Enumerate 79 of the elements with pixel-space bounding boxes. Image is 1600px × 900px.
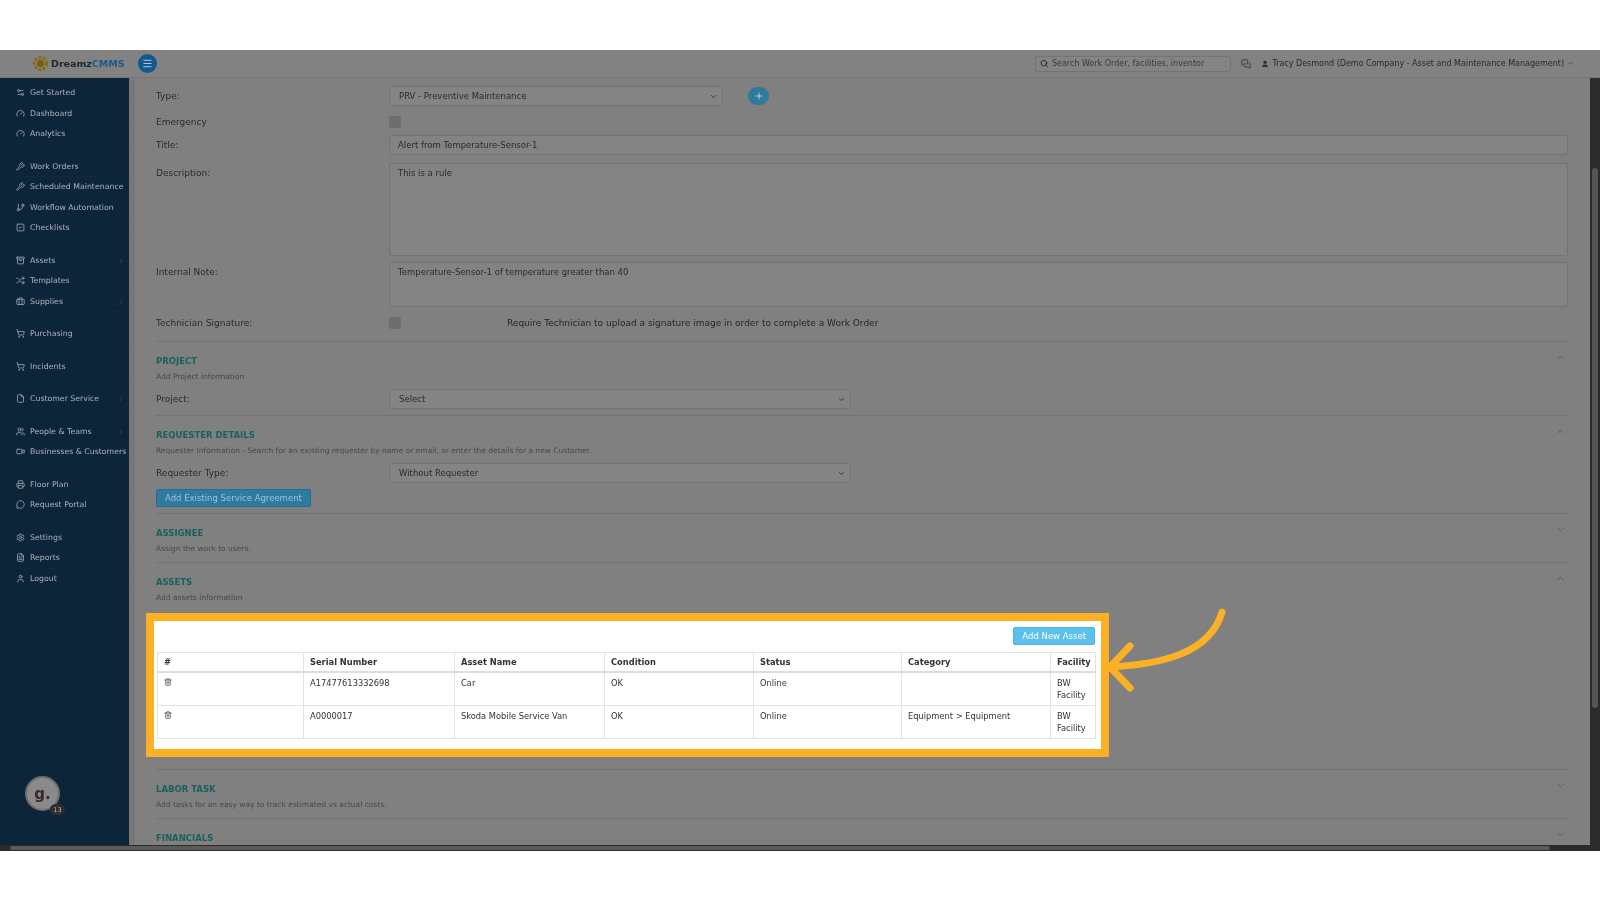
field-label: Technician Signature: (156, 317, 254, 330)
type-select[interactable]: PRV - Preventive Maintenance (389, 86, 723, 106)
table-cell: Car (454, 672, 605, 706)
column-header: Serial Number (303, 652, 455, 672)
document-icon (16, 553, 25, 563)
column-header: Condition (604, 652, 754, 672)
section-title: FINANCIALS (156, 832, 214, 845)
trash-icon[interactable] (164, 711, 172, 719)
table-cell: BW Facility (1050, 705, 1096, 739)
menu-icon (142, 58, 153, 69)
table-cell: A0000017 (303, 705, 455, 739)
select-field[interactable]: Select (389, 389, 851, 409)
user-menu[interactable]: Tracy Desmond (Demo Company - Asset and Maintenance Management) (1261, 59, 1574, 68)
chat-icon (16, 500, 25, 510)
gears-icon (16, 88, 25, 98)
field-label: Type: (156, 90, 181, 103)
branch-icon (16, 202, 25, 212)
select-field[interactable]: Without Requester (389, 463, 851, 483)
note-textarea[interactable]: Temperature-Sensor-1 of temperature greater than 40 (389, 262, 1568, 307)
table-cell: Equipment > Equipment (901, 705, 1051, 739)
settings-icon (16, 532, 25, 542)
signature-hint: Require Technician to upload a signature image in order to complete a Work Order (507, 318, 879, 328)
description-textarea[interactable]: This is a rule (389, 163, 1568, 256)
field-label: Emergency (156, 116, 208, 129)
field-label: Project: (156, 393, 191, 406)
column-header: # (157, 652, 304, 672)
plus-icon (753, 91, 764, 101)
table-cell: OK (604, 705, 754, 739)
gauge-icon (16, 129, 25, 139)
table-cell: Online (753, 705, 902, 739)
title-input[interactable]: Alert from Temperature-Sensor-1 (389, 135, 1568, 155)
table-cell: Online (753, 672, 902, 706)
wrench-icon (16, 182, 25, 192)
wrench-icon (16, 161, 25, 171)
cart-icon (16, 361, 25, 371)
table-cell: A17477613332698 (303, 672, 455, 706)
menu-button[interactable] (138, 54, 157, 73)
horizontal-scrollbar[interactable] (0, 845, 1600, 851)
chevron-icon (117, 297, 125, 306)
section-title: REQUESTER DETAILS (156, 429, 255, 442)
briefcase-icon (16, 296, 25, 306)
chevron-icon (117, 256, 125, 265)
chevron-icon (117, 427, 125, 436)
trash-icon[interactable] (164, 678, 172, 686)
table-cell: OK (604, 672, 754, 706)
column-header: Asset Name (454, 652, 605, 672)
column-header: Status (753, 652, 902, 672)
cart-icon (16, 329, 25, 339)
chevron-icon (117, 395, 125, 403)
search-icon (1040, 59, 1049, 68)
add-button[interactable] (748, 87, 769, 105)
gear-logo-icon (32, 55, 49, 72)
field-label: Title: (156, 139, 180, 152)
users-icon (16, 426, 25, 436)
column-header: Category (901, 652, 1051, 672)
section-title: ASSIGNEE (156, 527, 204, 540)
section-title: PROJECT (156, 355, 197, 368)
chat-icon[interactable] (1241, 58, 1252, 69)
user-icon (16, 573, 25, 583)
camera-icon (16, 447, 25, 457)
vertical-scrollbar[interactable] (1590, 78, 1600, 845)
search-field[interactable]: Search Work Order, facilities, inventor (1035, 55, 1232, 72)
caret-icon (1567, 60, 1574, 67)
file-icon (16, 394, 25, 404)
field-label: Requester Type: (156, 467, 230, 480)
section-title: ASSETS (156, 576, 193, 589)
user-icon (1261, 59, 1270, 68)
field-label: Internal Note: (156, 266, 219, 279)
shuffle-icon (16, 276, 25, 286)
column-header: Facility (1050, 652, 1096, 672)
logo-text: DreamzCMMS (51, 58, 125, 69)
table-cell: BW Facility (1050, 672, 1096, 706)
field-label: Description: (156, 167, 212, 180)
table-cell: Skoda Mobile Service Van (454, 705, 605, 739)
checkbox-icon (16, 223, 25, 233)
gauge-icon (16, 108, 25, 118)
archive-icon (16, 255, 25, 265)
section-title: LABOR TASK (156, 783, 216, 796)
printer-icon (16, 479, 25, 489)
